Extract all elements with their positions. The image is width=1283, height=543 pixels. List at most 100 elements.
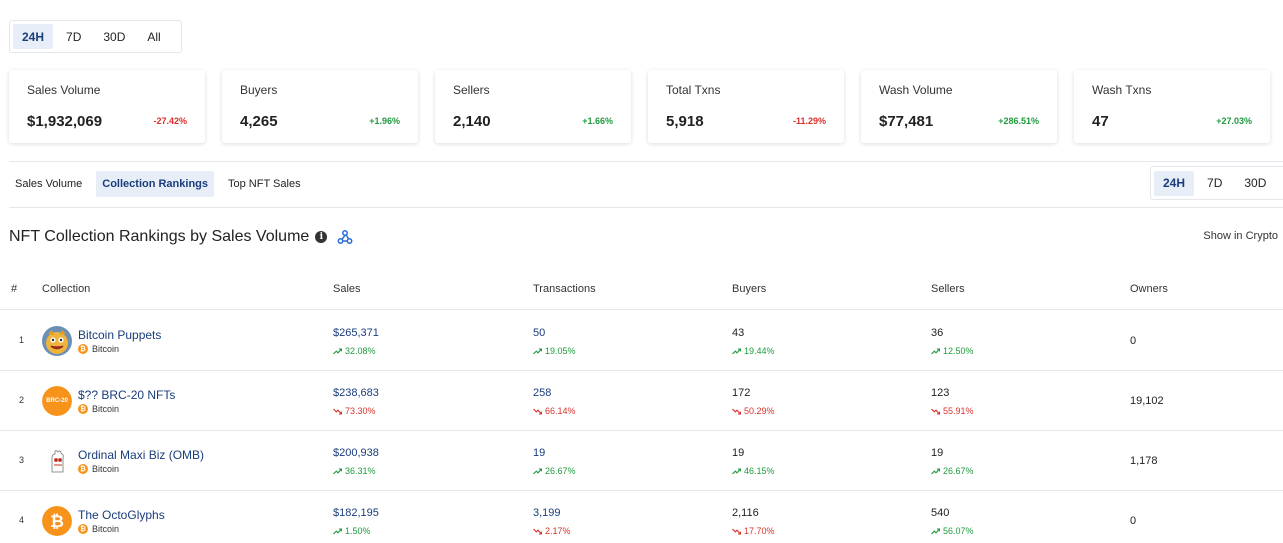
row-rank: 4 xyxy=(19,515,25,525)
trend-up-icon xyxy=(333,347,342,355)
trend-up-icon xyxy=(931,527,940,535)
sellers-value: 123 xyxy=(931,387,950,399)
section-title: NFT Collection Rankings by Sales Volume xyxy=(9,228,310,245)
collection-avatar[interactable]: ₿ xyxy=(42,506,72,536)
sales-value[interactable]: $182,195 xyxy=(333,507,379,519)
chain-label: ₿ Bitcoin xyxy=(78,464,119,474)
collection-name-link[interactable]: $?? BRC-20 NFTs xyxy=(78,388,175,402)
col-header-buyers[interactable]: Buyers xyxy=(732,283,766,295)
txns-value[interactable]: 50 xyxy=(533,327,545,339)
collection-avatar[interactable] xyxy=(42,446,72,476)
stat-label: Sellers xyxy=(453,83,490,97)
rankings-period-24h-button[interactable]: 24H xyxy=(1154,170,1195,196)
period-selector-rankings: 24H 7D 30D xyxy=(1150,166,1283,200)
stat-card-sellers: Sellers 2,140 +1.66% xyxy=(435,70,631,143)
chain-label: ₿ Bitcoin xyxy=(78,404,119,414)
bitcoin-icon: ₿ xyxy=(78,344,88,354)
period-30d-button[interactable]: 30D xyxy=(94,24,134,49)
owners-value: 1,178 xyxy=(1130,455,1158,467)
stat-change: -11.29% xyxy=(792,116,826,126)
txns-value[interactable]: 3,199 xyxy=(533,507,561,519)
owners-value: 0 xyxy=(1130,335,1137,347)
info-icon[interactable]: i xyxy=(315,231,328,243)
buyers-change: 19.44% xyxy=(732,346,775,356)
period-7d-button[interactable]: 7D xyxy=(57,24,90,49)
stat-card-sales-volume: Sales Volume $1,932,069 -27.42% xyxy=(9,70,205,143)
trend-up-icon xyxy=(533,467,542,475)
stat-change: +1.66% xyxy=(582,116,613,126)
table-row[interactable]: 1 Bitcoin Puppets ₿ Bitcoin $265,371 32.08% 50… xyxy=(0,311,1283,371)
txns-change-value: 66.14% xyxy=(545,406,576,416)
col-header-sales[interactable]: Sales xyxy=(333,283,361,295)
period-24h-button[interactable]: 24H xyxy=(13,24,54,49)
stat-change: +1.96% xyxy=(369,116,400,126)
chain-name: Bitcoin xyxy=(92,344,120,354)
buyers-change-value: 19.44% xyxy=(744,346,775,356)
tab-top-nft-sales[interactable]: Top NFT Sales xyxy=(222,171,307,197)
stat-card-buyers: Buyers 4,265 +1.96% xyxy=(222,70,418,143)
collection-name-link[interactable]: The OctoGlyphs xyxy=(78,508,165,522)
table-row[interactable]: 4 ₿ The OctoGlyphs ₿ Bitcoin $182,195 1.50% 3,1… xyxy=(0,491,1283,543)
stat-value: $1,932,069 xyxy=(27,113,103,130)
stat-card-wash-txns: Wash Txns 47 +27.03% xyxy=(1074,70,1270,143)
row-rank: 2 xyxy=(19,395,25,405)
buyers-change: 17.70% xyxy=(732,526,775,536)
collection-avatar[interactable] xyxy=(42,326,72,356)
table-row[interactable]: 2 BRC-20 $?? BRC-20 NFTs ₿ Bitcoin $238,683 73… xyxy=(0,371,1283,431)
trend-down-icon xyxy=(931,408,940,415)
buyers-value: 172 xyxy=(732,387,751,399)
txns-change-value: 2.17% xyxy=(545,526,571,536)
txns-value[interactable]: 258 xyxy=(533,387,551,399)
period-all-button[interactable]: All xyxy=(138,24,169,49)
sellers-change-value: 55.91% xyxy=(943,406,974,416)
collection-name-link[interactable]: Ordinal Maxi Biz (OMB) xyxy=(78,448,204,462)
sales-value[interactable]: $265,371 xyxy=(333,327,379,339)
sales-change-value: 36.31% xyxy=(345,466,376,476)
stat-value: 47 xyxy=(1092,113,1109,130)
trend-down-icon xyxy=(533,408,542,415)
txns-change: 2.17% xyxy=(533,526,571,536)
stat-change: +27.03% xyxy=(1216,116,1252,126)
sales-value[interactable]: $200,938 xyxy=(333,447,379,459)
webhook-icon[interactable] xyxy=(337,229,353,245)
stat-card-total-txns: Total Txns 5,918 -11.29% xyxy=(648,70,844,143)
sales-change-value: 1.50% xyxy=(345,526,371,536)
tab-sales-volume[interactable]: Sales Volume xyxy=(9,171,88,197)
buyers-change-value: 46.15% xyxy=(744,466,775,476)
col-header-sellers[interactable]: Sellers xyxy=(931,283,965,295)
brc20-logo-text: BRC-20 xyxy=(42,386,72,416)
trend-up-icon xyxy=(931,467,940,475)
col-header-transactions[interactable]: Transactions xyxy=(533,283,596,295)
table-row[interactable]: 3 Ordinal Maxi Biz (OMB) ₿ Bitcoin $200,938 3… xyxy=(0,431,1283,491)
sellers-value: 19 xyxy=(931,447,944,459)
rankings-period-30d-button[interactable]: 30D xyxy=(1235,171,1275,196)
sellers-change: 26.67% xyxy=(931,466,974,476)
collection-avatar[interactable]: BRC-20 xyxy=(42,386,72,416)
trend-up-icon xyxy=(732,467,741,475)
txns-value[interactable]: 19 xyxy=(533,447,545,459)
stat-card-wash-volume: Wash Volume $77,481 +286.51% xyxy=(861,70,1057,143)
buyers-change: 46.15% xyxy=(732,466,775,476)
sales-change: 1.50% xyxy=(333,526,371,536)
trend-down-icon xyxy=(732,528,741,535)
stat-label: Sales Volume xyxy=(27,83,101,97)
trend-up-icon xyxy=(533,347,542,355)
chain-name: Bitcoin xyxy=(92,524,120,534)
chain-label: ₿ Bitcoin xyxy=(78,524,119,534)
txns-change-value: 26.67% xyxy=(545,466,576,476)
sellers-change-value: 56.07% xyxy=(943,526,974,536)
show-in-crypto-toggle[interactable]: Show in Crypto xyxy=(1203,230,1278,242)
stat-change: -27.42% xyxy=(153,116,187,126)
buyers-value: 2,116 xyxy=(732,507,759,519)
sales-value[interactable]: $238,683 xyxy=(333,387,379,399)
col-header-owners[interactable]: Owners xyxy=(1130,283,1168,295)
sales-change-value: 73.30% xyxy=(345,406,376,416)
rankings-period-7d-button[interactable]: 7D xyxy=(1198,171,1231,196)
col-header-collection: Collection xyxy=(42,283,91,295)
sellers-value: 540 xyxy=(931,507,950,519)
tab-collection-rankings[interactable]: Collection Rankings xyxy=(96,171,215,197)
trend-up-icon xyxy=(333,467,342,475)
trend-up-icon xyxy=(931,347,940,355)
chain-name: Bitcoin xyxy=(92,464,120,474)
collection-name-link[interactable]: Bitcoin Puppets xyxy=(78,328,161,342)
